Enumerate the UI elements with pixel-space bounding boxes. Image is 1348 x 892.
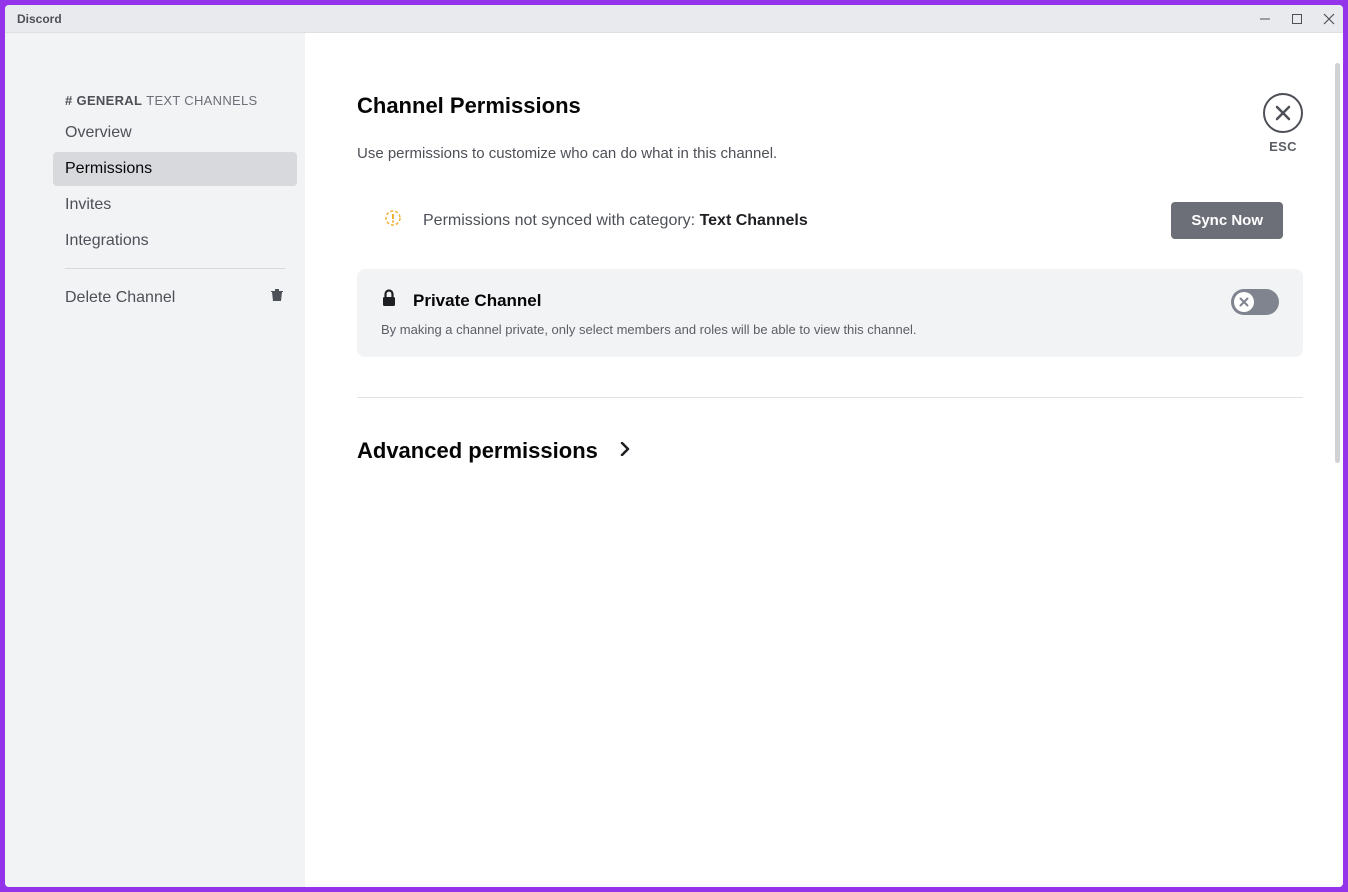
category-label: TEXT CHANNELS [146, 93, 257, 108]
esc-label: ESC [1269, 139, 1297, 154]
sidebar-item-invites[interactable]: Invites [53, 188, 297, 222]
delete-channel-button[interactable]: Delete Channel [53, 279, 297, 316]
sidebar-item-integrations[interactable]: Integrations [53, 224, 297, 258]
content: # GENERAL TEXT CHANNELS Overview Permiss… [5, 33, 1343, 887]
sidebar-item-overview[interactable]: Overview [53, 116, 297, 150]
close-window-button[interactable] [1323, 13, 1335, 25]
sidebar: # GENERAL TEXT CHANNELS Overview Permiss… [5, 33, 305, 887]
app-title: Discord [17, 12, 62, 26]
warning-icon [385, 210, 401, 231]
sidebar-divider [65, 268, 285, 269]
delete-channel-label: Delete Channel [65, 289, 175, 307]
sync-prefix: Permissions not synced with category: [423, 212, 700, 229]
app-window: Discord # GENERAL TEXT CHANNELS Overview… [5, 5, 1343, 887]
section-divider [357, 397, 1303, 398]
sync-content: Permissions not synced with category: Te… [385, 210, 808, 231]
maximize-button[interactable] [1291, 13, 1303, 25]
private-channel-panel: Private Channel By making a channel priv… [357, 269, 1303, 357]
advanced-permissions-button[interactable]: Advanced permissions [357, 438, 1303, 464]
chevron-right-icon [620, 442, 630, 461]
close-icon [1263, 93, 1303, 133]
lock-icon [381, 289, 397, 312]
sync-now-button[interactable]: Sync Now [1171, 202, 1283, 239]
page-subtitle: Use permissions to customize who can do … [357, 145, 1303, 162]
sync-category: Text Channels [700, 212, 808, 229]
sidebar-header: # GENERAL TEXT CHANNELS [65, 93, 297, 108]
private-channel-title: Private Channel [413, 291, 542, 311]
private-channel-description: By making a channel private, only select… [381, 322, 1231, 337]
sidebar-item-permissions[interactable]: Permissions [53, 152, 297, 186]
minimize-button[interactable] [1259, 13, 1271, 25]
private-channel-toggle[interactable] [1231, 289, 1279, 315]
scrollbar[interactable] [1335, 63, 1340, 463]
titlebar: Discord [5, 5, 1343, 33]
sync-banner: Permissions not synced with category: Te… [357, 202, 1303, 269]
trash-icon [269, 287, 285, 308]
sync-text: Permissions not synced with category: Te… [423, 212, 808, 230]
hash-icon: # [65, 93, 73, 108]
main-panel: ESC Channel Permissions Use permissions … [305, 33, 1343, 887]
channel-name: GENERAL [77, 93, 143, 108]
close-settings-button[interactable]: ESC [1263, 93, 1303, 154]
page-title: Channel Permissions [357, 93, 1303, 119]
toggle-knob [1234, 292, 1254, 312]
advanced-permissions-title: Advanced permissions [357, 438, 598, 464]
window-controls [1259, 13, 1335, 25]
